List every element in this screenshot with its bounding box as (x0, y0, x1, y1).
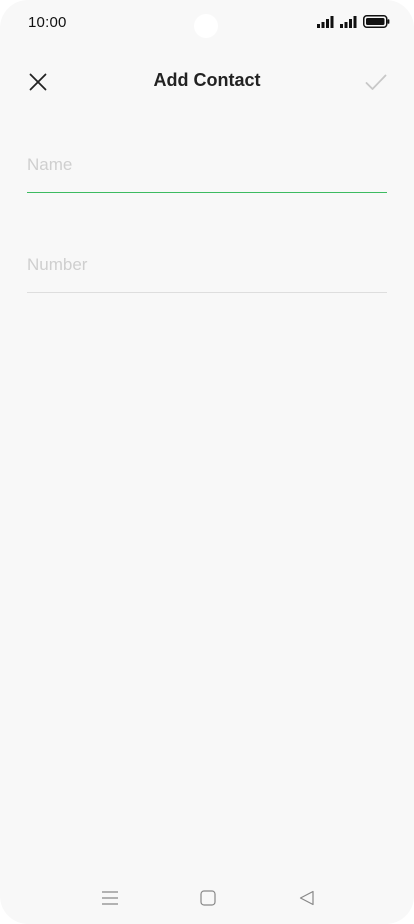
page-title: Add Contact (153, 70, 261, 90)
app-bar: Add Contact (0, 56, 414, 108)
confirm-button[interactable] (358, 64, 394, 100)
checkmark-icon (365, 74, 387, 90)
back-icon (299, 890, 314, 906)
home-icon (200, 890, 216, 906)
menu-icon (102, 891, 118, 905)
status-time: 10:00 (28, 14, 67, 31)
recent-apps-button[interactable] (94, 882, 126, 914)
number-field (27, 237, 387, 293)
battery-icon (363, 15, 390, 28)
cellular-signal-2-icon (340, 15, 357, 28)
home-button[interactable] (192, 882, 224, 914)
status-icons (317, 15, 390, 28)
navigation-bar (0, 872, 414, 924)
number-input[interactable] (27, 237, 387, 292)
name-field (27, 137, 387, 193)
cellular-signal-1-icon (317, 15, 334, 28)
number-field-underline (27, 292, 387, 293)
name-field-underline (27, 192, 387, 193)
name-input[interactable] (27, 137, 387, 192)
back-button[interactable] (291, 882, 323, 914)
camera-cutout (194, 14, 218, 38)
phone-screen: 10:00 Add Contact Name Number (0, 0, 414, 924)
status-bar: 10:00 (0, 0, 414, 48)
